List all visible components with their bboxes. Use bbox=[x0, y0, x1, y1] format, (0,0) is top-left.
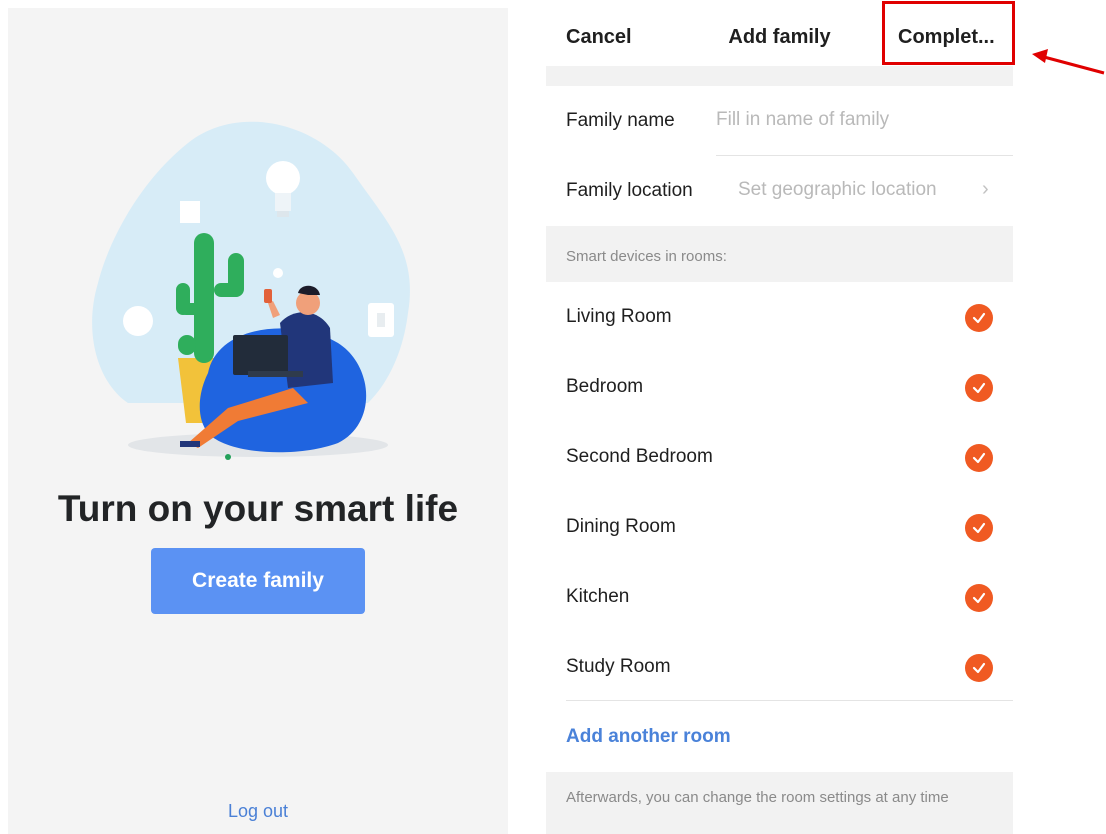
check-circle-icon[interactable] bbox=[965, 304, 993, 332]
room-name: Second Bedroom bbox=[566, 446, 713, 467]
sensor-icon bbox=[123, 306, 153, 336]
room-name: Kitchen bbox=[566, 586, 630, 607]
create-family-button[interactable]: Create family bbox=[151, 548, 365, 614]
top-separator bbox=[546, 66, 1013, 86]
check-circle-icon[interactable] bbox=[965, 584, 993, 612]
footer-note: Afterwards, you can change the room sett… bbox=[566, 789, 949, 806]
complete-button-highlight bbox=[882, 1, 1015, 65]
add-family-screen: Add family Cancel Complet... Family name… bbox=[546, 8, 1013, 834]
family-location-label: Family location bbox=[566, 180, 693, 201]
family-name-label: Family name bbox=[566, 110, 675, 131]
room-name: Living Room bbox=[566, 306, 672, 327]
smart-home-illustration bbox=[92, 121, 410, 460]
red-arrow-annotation bbox=[1032, 49, 1105, 75]
check-circle-icon[interactable] bbox=[965, 444, 993, 472]
room-name: Study Room bbox=[566, 656, 671, 677]
switch-icon bbox=[180, 201, 200, 223]
chevron-right-icon: › bbox=[982, 178, 989, 200]
cancel-button[interactable]: Cancel bbox=[566, 26, 632, 49]
welcome-screen: Turn on your smart life Create family Lo… bbox=[8, 8, 508, 834]
family-location-input[interactable]: Set geographic location bbox=[738, 179, 937, 201]
list-divider bbox=[566, 700, 1013, 701]
add-another-room-button[interactable]: Add another room bbox=[566, 726, 731, 748]
family-name-input[interactable]: Fill in name of family bbox=[716, 109, 889, 131]
dot-decoration bbox=[273, 268, 283, 278]
check-circle-icon[interactable] bbox=[965, 514, 993, 542]
family-location-row[interactable]: Family location Set geographic location … bbox=[546, 156, 1013, 226]
room-name: Dining Room bbox=[566, 516, 676, 537]
logout-link[interactable]: Log out bbox=[8, 801, 508, 822]
room-name: Bedroom bbox=[566, 376, 644, 397]
check-circle-icon[interactable] bbox=[965, 374, 993, 402]
rooms-section-header: Smart devices in rooms: bbox=[566, 248, 727, 265]
family-name-row[interactable]: Family name Fill in name of family bbox=[546, 86, 1013, 156]
check-circle-icon[interactable] bbox=[965, 654, 993, 682]
laptop bbox=[233, 335, 288, 375]
welcome-title: Turn on your smart life bbox=[57, 488, 459, 529]
